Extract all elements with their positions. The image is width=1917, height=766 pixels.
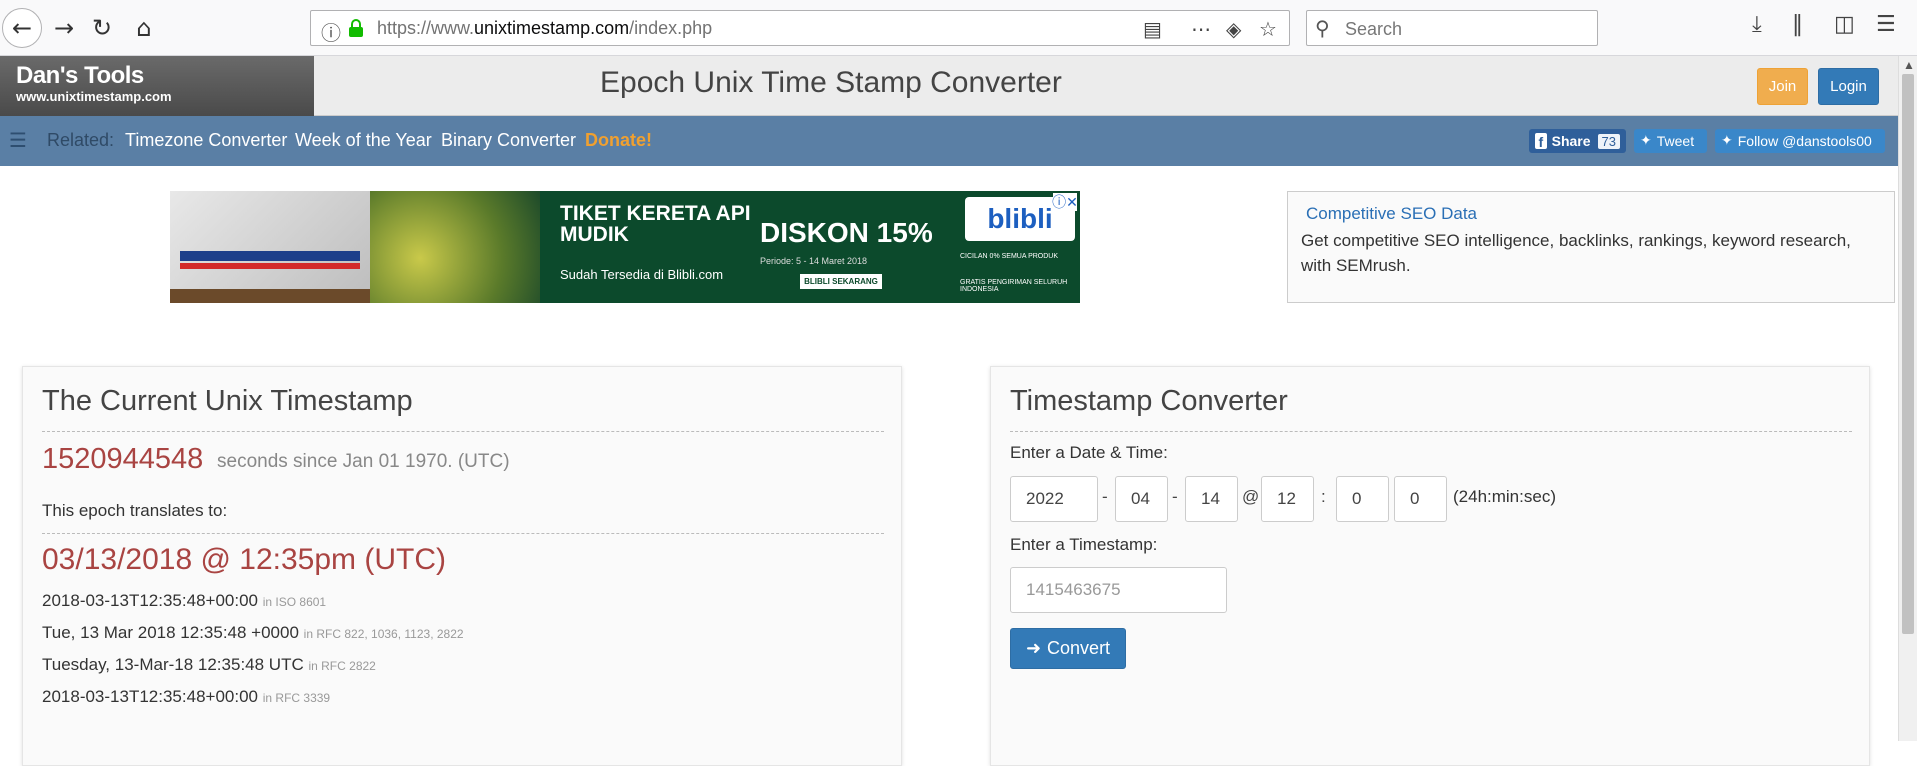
search-placeholder: Search: [1345, 19, 1403, 39]
minute-input[interactable]: 0: [1336, 476, 1389, 522]
seo-ad-body: Get competitive SEO intelligence, backli…: [1301, 231, 1851, 275]
related-nav: ☰ Related: Timezone Converter Week of th…: [0, 116, 1898, 166]
time-separator: :: [1321, 487, 1326, 506]
timestamp-label: Enter a Timestamp:: [1010, 535, 1158, 554]
donate-link[interactable]: Donate!: [585, 130, 652, 151]
timestamp-input[interactable]: 1415463675: [1010, 567, 1227, 613]
year-input[interactable]: 2022: [1010, 476, 1098, 522]
time-format-hint: (24h:min:sec): [1453, 487, 1556, 506]
divider: [42, 533, 884, 534]
convert-button[interactable]: ➜ Convert: [1010, 628, 1126, 669]
address-bar[interactable]: ⓘ https://www.unixtimestamp.com/index.ph…: [310, 10, 1290, 46]
bookmark-star-icon[interactable]: ☆: [1259, 17, 1277, 41]
related-link-timezone[interactable]: Timezone Converter: [125, 130, 287, 151]
scroll-up-icon[interactable]: ▲: [1903, 58, 1915, 72]
current-timestamp-panel: The Current Unix Timestamp 1520944548 se…: [22, 366, 902, 766]
search-bar[interactable]: ⚲ Search: [1306, 10, 1598, 46]
search-icon: ⚲: [1315, 16, 1330, 40]
related-link-binary[interactable]: Binary Converter: [441, 130, 576, 151]
divider: [1010, 431, 1852, 432]
forward-icon[interactable]: →: [44, 8, 84, 48]
page-scrollbar[interactable]: ▲: [1898, 56, 1917, 741]
tweet-button[interactable]: ✦ Tweet: [1634, 129, 1707, 153]
logo-title: Dan's Tools: [16, 62, 144, 89]
ad-period: Periode: 5 - 14 Maret 2018: [760, 256, 868, 266]
format-rfc822: Tue, 13 Mar 2018 12:35:48 +0000 in RFC 8…: [42, 623, 464, 642]
logo-subtitle: www.unixtimestamp.com: [16, 89, 172, 104]
divider: [42, 431, 884, 432]
facebook-share-button[interactable]: f Share 73: [1529, 129, 1626, 153]
tweet-label: Tweet: [1656, 133, 1695, 149]
lock-icon: [349, 19, 363, 37]
format-iso8601: 2018-03-13T12:35:48+00:00 in ISO 8601: [42, 591, 327, 610]
seo-ad[interactable]: Competitive SEO Data Get competitive SEO…: [1287, 191, 1895, 303]
scroll-thumb[interactable]: [1902, 74, 1914, 634]
date-separator: -: [1102, 487, 1108, 506]
share-count: 73: [1597, 133, 1620, 149]
site-header: Dan's Tools www.unixtimestamp.com Epoch …: [0, 56, 1898, 116]
reload-icon[interactable]: ↻: [82, 8, 122, 48]
library-icon[interactable]: ‖: [1792, 12, 1803, 37]
day-input[interactable]: 14: [1185, 476, 1238, 522]
related-link-week[interactable]: Week of the Year: [295, 130, 432, 151]
timestamp-converter-panel: Timestamp Converter Enter a Date & Time:…: [990, 366, 1870, 766]
date-separator: -: [1172, 487, 1178, 506]
ad-banner[interactable]: TIKET KERETA API MUDIK Sudah Tersedia di…: [170, 191, 1080, 303]
ad-feature: CICILAN 0% SEMUA PRODUK: [960, 253, 1059, 260]
format-rfc3339: 2018-03-13T12:35:48+00:00 in RFC 3339: [42, 687, 331, 706]
current-timestamp-title: The Current Unix Timestamp: [42, 385, 413, 417]
home-icon[interactable]: ⌂: [124, 8, 164, 48]
login-button[interactable]: Login: [1818, 68, 1879, 105]
menu-icon[interactable]: ☰: [1876, 12, 1896, 37]
ad-close-icon[interactable]: ⓘ✕: [1052, 193, 1078, 211]
seo-ad-title[interactable]: Competitive SEO Data: [1306, 204, 1477, 224]
ad-feature: GRATIS PENGIRIMAN SELURUH INDONESIA: [960, 279, 1068, 293]
follow-label: Follow @danstools00: [1737, 133, 1872, 149]
ad-discount: DISKON 15%: [760, 217, 933, 248]
facebook-icon: f: [1535, 133, 1547, 149]
second-input[interactable]: 0: [1394, 476, 1447, 522]
ad-ketupat-image: [340, 191, 540, 303]
epoch-label: This epoch translates to:: [42, 501, 228, 520]
pocket-icon[interactable]: ◈: [1226, 17, 1241, 41]
timestamp-description: seconds since Jan 01 1970. (UTC): [217, 451, 510, 472]
related-label: Related:: [47, 130, 115, 150]
hamburger-icon[interactable]: ☰: [9, 128, 27, 152]
sidebar-icon[interactable]: ◫: [1834, 12, 1855, 37]
download-icon[interactable]: ⤓: [1752, 12, 1762, 37]
convert-label: Convert: [1047, 638, 1111, 658]
share-label: Share: [1551, 133, 1591, 149]
month-input[interactable]: 04: [1115, 476, 1168, 522]
info-icon[interactable]: ⓘ: [321, 17, 341, 46]
twitter-icon: ✦: [1721, 133, 1733, 149]
converter-title: Timestamp Converter: [1010, 385, 1288, 417]
more-actions-icon[interactable]: ⋯: [1191, 17, 1211, 41]
follow-button[interactable]: ✦ Follow @danstools00: [1715, 129, 1885, 153]
human-date: 03/13/2018 @ 12:35pm (UTC): [42, 543, 446, 576]
current-timestamp-value: 1520944548: [42, 443, 204, 475]
url-text[interactable]: https://www.unixtimestamp.com/index.php: [377, 18, 712, 39]
page-title: Epoch Unix Time Stamp Converter: [600, 66, 1062, 99]
ad-headline: TIKET KERETA API MUDIK: [560, 202, 751, 246]
date-time-label: Enter a Date & Time:: [1010, 443, 1168, 462]
ad-subtitle: Sudah Tersedia di Blibli.com: [560, 267, 724, 282]
ad-train-image: [170, 191, 370, 303]
twitter-icon: ✦: [1640, 133, 1652, 149]
hour-input[interactable]: 12: [1261, 476, 1314, 522]
logo[interactable]: Dan's Tools www.unixtimestamp.com: [0, 56, 314, 116]
ad-cta-button[interactable]: BLIBLI SEKARANG: [800, 274, 882, 289]
back-icon[interactable]: ←: [2, 8, 42, 48]
reader-view-icon[interactable]: ▤: [1143, 17, 1162, 41]
at-separator: @: [1242, 487, 1260, 506]
arrow-right-icon: ➜: [1025, 638, 1042, 659]
format-rfc2822: Tuesday, 13-Mar-18 12:35:48 UTC in RFC 2…: [42, 655, 376, 674]
join-button[interactable]: Join: [1757, 68, 1808, 105]
browser-toolbar: ← → ↻ ⌂ ⓘ https://www.unixtimestamp.com/…: [0, 0, 1917, 56]
